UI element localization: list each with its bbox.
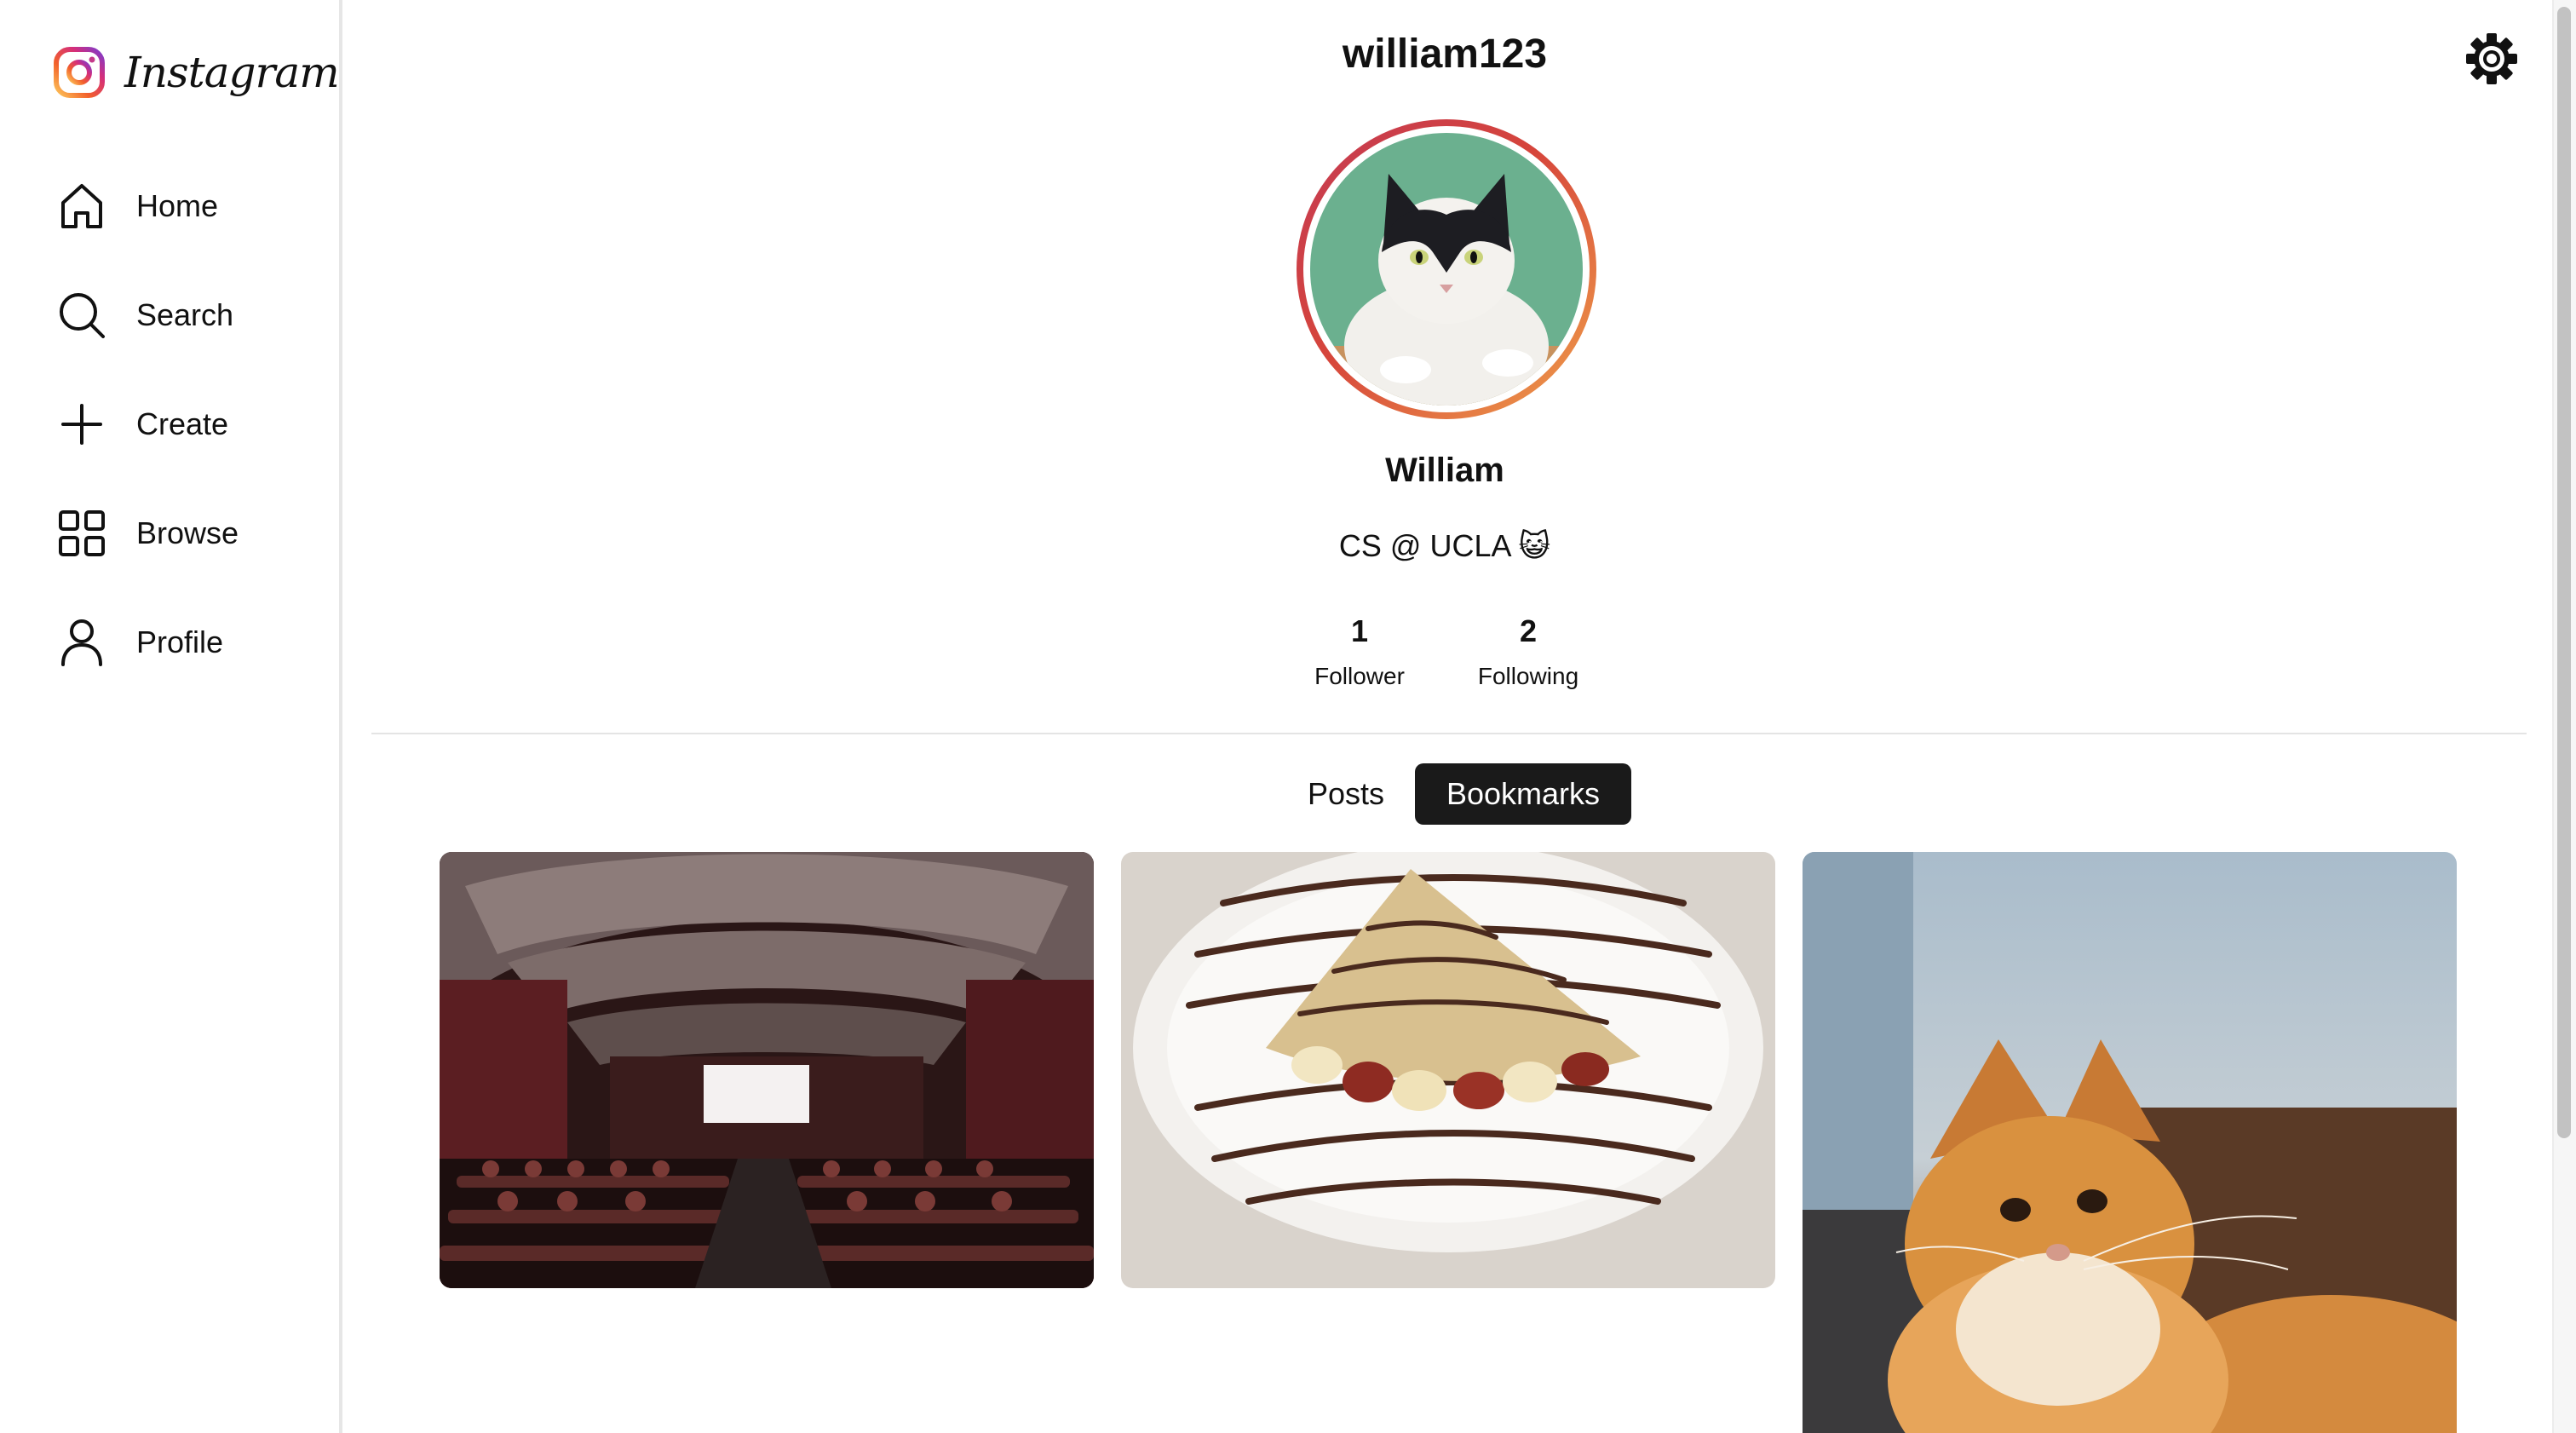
profile-bio: CS @ UCLA 😺 (1338, 528, 1551, 563)
bookmark-post-crepe[interactable] (1121, 852, 1775, 1288)
sidebar: Instagram Home Search Create Browse Prof… (0, 0, 342, 1433)
sidebar-item-profile[interactable]: Profile (0, 588, 342, 697)
following-count: 2 (1519, 613, 1538, 648)
sidebar-item-search[interactable]: Search (0, 261, 342, 370)
search-icon (60, 293, 105, 338)
sidebar-item-label: Create (136, 406, 229, 441)
theater-image (440, 852, 1094, 1288)
user-icon (61, 619, 102, 666)
gear-icon (2466, 33, 2517, 84)
crepe-image (1121, 852, 1775, 1288)
cat-avatar-image (1310, 133, 1583, 406)
plus-icon (61, 404, 102, 445)
profile-username: william123 (1342, 32, 1548, 77)
bookmark-post-cat[interactable] (1803, 852, 2457, 1433)
sidebar-item-browse[interactable]: Browse (0, 479, 342, 588)
profile-tabs: Posts Bookmarks (346, 763, 2544, 825)
followers-stat[interactable]: 1 Follower (1274, 613, 1445, 690)
following-stat[interactable]: 2 Following (1443, 613, 1613, 690)
sidebar-item-label: Browse (136, 515, 239, 550)
followers-count: 1 (1350, 613, 1369, 648)
home-icon (61, 184, 102, 228)
profile-main: william123 William CS @ UCLA 😺 1 Followe… (346, 0, 2544, 1433)
followers-label: Follower (1314, 663, 1405, 689)
avatar-frame (1303, 126, 1590, 412)
sidebar-item-label: Home (136, 188, 219, 223)
sidebar-nav: Home Search Create Browse Profile (0, 152, 342, 697)
brand-wordmark: Instagram (124, 48, 340, 97)
sidebar-item-home[interactable]: Home (0, 152, 342, 261)
brand-logo[interactable]: Instagram (53, 44, 340, 101)
avatar-image (1310, 133, 1583, 406)
sidebar-item-label: Search (136, 297, 234, 332)
bookmark-post-theater[interactable] (440, 852, 1094, 1288)
tab-posts[interactable]: Posts (1278, 763, 1414, 825)
following-label: Following (1477, 663, 1579, 689)
profile-display-name: William (1385, 452, 1504, 489)
profile-stats: 1 Follower 2 Following (346, 613, 2544, 699)
app-window: Instagram Home Search Create Browse Prof… (0, 0, 2576, 1433)
section-divider (371, 733, 2527, 734)
sidebar-item-create[interactable]: Create (0, 370, 342, 479)
instagram-logo-icon (54, 47, 105, 98)
settings-button[interactable] (2464, 31, 2520, 87)
grid-icon (59, 510, 105, 556)
sidebar-item-label: Profile (136, 624, 224, 659)
tabby-cat-image (1803, 852, 2457, 1433)
page-scrollbar-thumb[interactable] (2557, 7, 2571, 1138)
bookmarks-grid (346, 852, 2544, 1433)
tab-bookmarks[interactable]: Bookmarks (1415, 763, 1631, 825)
avatar[interactable] (1297, 119, 1596, 419)
